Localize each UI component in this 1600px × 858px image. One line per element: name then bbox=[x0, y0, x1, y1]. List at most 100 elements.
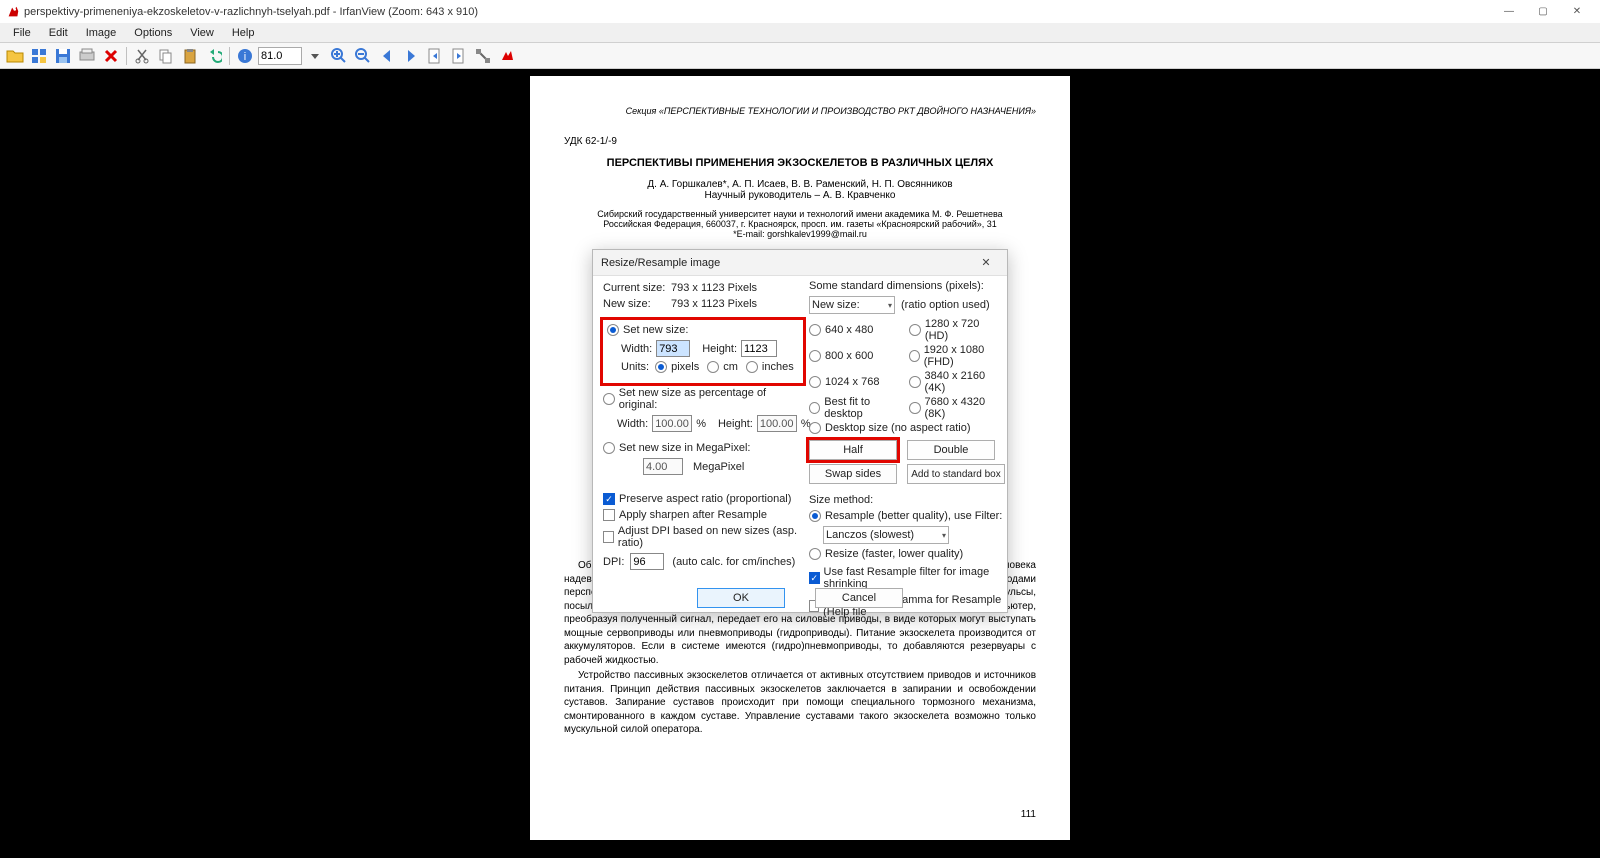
zoom-in-icon[interactable] bbox=[328, 45, 350, 67]
menu-options[interactable]: Options bbox=[125, 27, 181, 39]
svg-text:i: i bbox=[244, 51, 246, 63]
units-cm-label: cm bbox=[723, 361, 738, 373]
std-bestfit-label: Best fit to desktop bbox=[824, 396, 905, 420]
prev-page-icon[interactable] bbox=[424, 45, 446, 67]
width-label: Width: bbox=[621, 343, 652, 355]
set-megapixel-radio[interactable] bbox=[603, 442, 615, 454]
std-3840-radio[interactable] bbox=[909, 376, 921, 388]
std-desktop-radio[interactable] bbox=[809, 422, 821, 434]
menu-image[interactable]: Image bbox=[77, 27, 126, 39]
set-percentage-radio[interactable] bbox=[603, 393, 615, 405]
ok-button[interactable]: OK bbox=[697, 588, 785, 608]
sharpen-checkbox[interactable] bbox=[603, 509, 615, 521]
std-bestfit-radio[interactable] bbox=[809, 402, 820, 414]
megapixel-input[interactable] bbox=[643, 458, 683, 475]
zoom-out-icon[interactable] bbox=[352, 45, 374, 67]
std-640-label: 640 x 480 bbox=[825, 324, 873, 336]
paragraph-2: Устройство пассивных экзоскелетов отлича… bbox=[564, 669, 1036, 737]
pct-width-input[interactable] bbox=[652, 415, 692, 432]
cut-icon[interactable] bbox=[131, 45, 153, 67]
std-1920-radio[interactable] bbox=[909, 350, 920, 362]
affiliation-1: Сибирский государственный университет на… bbox=[564, 209, 1036, 219]
cancel-button[interactable]: Cancel bbox=[815, 588, 903, 608]
paper-title: ПЕРСПЕКТИВЫ ПРИМЕНЕНИЯ ЭКЗОСКЕЛЕТОВ В РА… bbox=[564, 157, 1036, 169]
new-size-label: New size: bbox=[603, 298, 671, 310]
width-input[interactable] bbox=[656, 340, 690, 357]
units-cm-radio[interactable] bbox=[707, 361, 719, 373]
fast-shrink-checkbox[interactable]: ✓ bbox=[809, 572, 820, 584]
preserve-ratio-label: Preserve aspect ratio (proportional) bbox=[619, 493, 791, 505]
std-800-radio[interactable] bbox=[809, 350, 821, 362]
menu-edit[interactable]: Edit bbox=[40, 27, 77, 39]
std-800-label: 800 x 600 bbox=[825, 350, 873, 362]
dpi-input[interactable] bbox=[630, 553, 664, 570]
close-window-button[interactable]: ✕ bbox=[1560, 1, 1594, 23]
size-method-label: Size method: bbox=[809, 494, 1005, 506]
delete-icon[interactable] bbox=[100, 45, 122, 67]
settings-icon[interactable] bbox=[472, 45, 494, 67]
dpi-hint: (auto calc. for cm/inches) bbox=[672, 556, 795, 568]
app-icon bbox=[6, 5, 20, 19]
next-page-icon[interactable] bbox=[448, 45, 470, 67]
ratio-used-label: (ratio option used) bbox=[901, 299, 990, 311]
zoom-dropdown-icon[interactable] bbox=[304, 45, 326, 67]
pct-sym-1: % bbox=[696, 418, 706, 430]
units-inches-radio[interactable] bbox=[746, 361, 758, 373]
scan-icon[interactable] bbox=[76, 45, 98, 67]
thumbnails-icon[interactable] bbox=[28, 45, 50, 67]
set-percentage-label: Set new size as percentage of original: bbox=[619, 387, 803, 411]
std-640-radio[interactable] bbox=[809, 324, 821, 336]
pct-height-input[interactable] bbox=[757, 415, 797, 432]
minimize-button[interactable]: — bbox=[1492, 1, 1526, 23]
units-pixels-label: pixels bbox=[671, 361, 699, 373]
menu-view[interactable]: View bbox=[181, 27, 223, 39]
dialog-titlebar[interactable]: Resize/Resample image ✕ bbox=[593, 250, 1007, 276]
std-1024-label: 1024 x 768 bbox=[825, 376, 879, 388]
save-icon[interactable] bbox=[52, 45, 74, 67]
section-header: Секция «ПЕРСПЕКТИВНЫЕ ТЕХНОЛОГИИ И ПРОИЗ… bbox=[564, 106, 1036, 116]
height-input[interactable] bbox=[741, 340, 777, 357]
affiliation-3: *E-mail: gorshkalev1999@mail.ru bbox=[564, 229, 1036, 239]
udk-code: УДК 62-1/-9 bbox=[564, 136, 1036, 147]
std-7680-radio[interactable] bbox=[909, 402, 921, 414]
plugin-icon[interactable] bbox=[496, 45, 518, 67]
units-inches-label: inches bbox=[762, 361, 794, 373]
std-1280-radio[interactable] bbox=[909, 324, 921, 336]
undo-icon[interactable] bbox=[203, 45, 225, 67]
current-size-label: Current size: bbox=[603, 282, 671, 294]
zoom-input[interactable] bbox=[258, 47, 302, 65]
menu-help[interactable]: Help bbox=[223, 27, 264, 39]
half-button[interactable]: Half bbox=[809, 440, 897, 460]
paste-icon[interactable] bbox=[179, 45, 201, 67]
std-1024-radio[interactable] bbox=[809, 376, 821, 388]
dialog-close-button[interactable]: ✕ bbox=[973, 250, 999, 276]
maximize-button[interactable]: ▢ bbox=[1526, 1, 1560, 23]
units-label: Units: bbox=[621, 361, 649, 373]
menubar: File Edit Image Options View Help bbox=[0, 23, 1600, 43]
filter-select[interactable]: Lanczos (slowest)▾ bbox=[823, 526, 949, 544]
current-size-value: 793 x 1123 Pixels bbox=[671, 282, 757, 294]
menu-file[interactable]: File bbox=[4, 27, 40, 39]
resample-radio[interactable] bbox=[809, 510, 821, 522]
swap-sides-button[interactable]: Swap sides bbox=[809, 464, 897, 484]
info-icon[interactable]: i bbox=[234, 45, 256, 67]
double-button[interactable]: Double bbox=[907, 440, 995, 460]
units-pixels-radio[interactable] bbox=[655, 361, 667, 373]
set-new-size-radio[interactable] bbox=[607, 324, 619, 336]
resize-fast-radio[interactable] bbox=[809, 548, 821, 560]
copy-icon[interactable] bbox=[155, 45, 177, 67]
toolbar: i bbox=[0, 43, 1600, 69]
std-header: Some standard dimensions (pixels): bbox=[809, 280, 1005, 292]
preserve-ratio-checkbox[interactable]: ✓ bbox=[603, 493, 615, 505]
open-icon[interactable] bbox=[4, 45, 26, 67]
add-standard-button[interactable]: Add to standard box bbox=[907, 464, 1005, 484]
std-1280-label: 1280 x 720 (HD) bbox=[925, 318, 1005, 342]
dialog-title: Resize/Resample image bbox=[601, 257, 720, 269]
adjust-dpi-checkbox[interactable] bbox=[603, 531, 614, 543]
page-number: 111 bbox=[1021, 809, 1036, 820]
window-title: perspektivy-primeneniya-ekzoskeletov-v-r… bbox=[24, 6, 478, 18]
new-size-select[interactable]: New size:▾ bbox=[809, 296, 895, 314]
prev-icon[interactable] bbox=[376, 45, 398, 67]
next-icon[interactable] bbox=[400, 45, 422, 67]
new-size-value: 793 x 1123 Pixels bbox=[671, 298, 757, 310]
